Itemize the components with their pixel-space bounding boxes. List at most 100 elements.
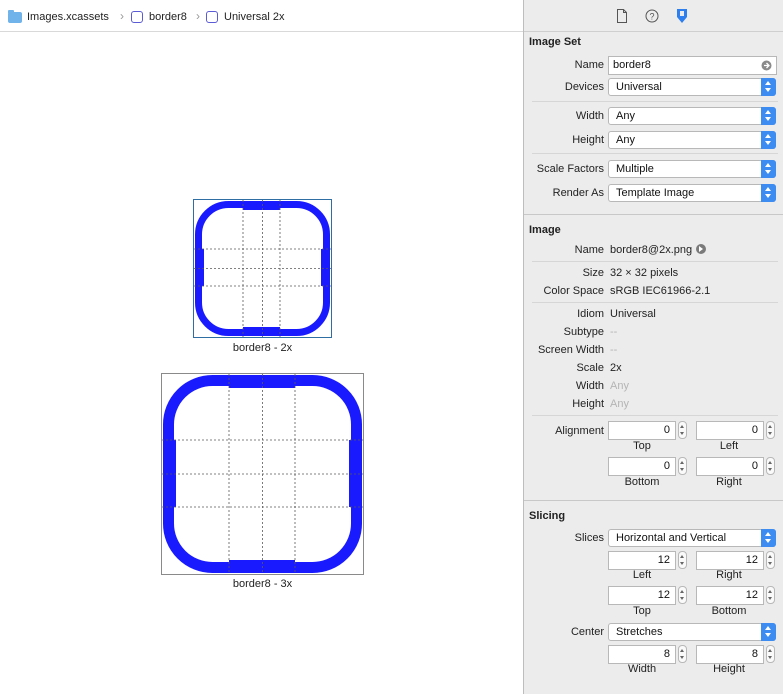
alignment-left-field[interactable]: 0: [696, 421, 764, 440]
render-as-popup[interactable]: Template Image: [608, 184, 776, 202]
alignment-bottom-stepper[interactable]: [678, 457, 687, 475]
center-width-stepper[interactable]: [678, 645, 687, 663]
border8-2x-image: [194, 200, 331, 337]
section-header-image: Image: [529, 224, 561, 236]
asset-canvas: border8 - 2x border8 - 3x: [0, 32, 523, 694]
slice-left-field[interactable]: 12: [608, 551, 676, 570]
center-width-field[interactable]: 8: [608, 645, 676, 664]
alignment-left-caption: Left: [719, 440, 739, 452]
tile-caption-2x: border8 - 2x: [232, 342, 293, 354]
border-right-bar: [349, 440, 362, 507]
slice-right-field[interactable]: 12: [696, 551, 764, 570]
image-width-label: Width: [575, 380, 604, 392]
border-top-bar: [229, 375, 295, 388]
screen-width-label: Screen Width: [537, 344, 604, 356]
image-set-icon: [206, 11, 218, 23]
attributes-inspector: ? Image Set Name border8 Devices Univers…: [524, 0, 783, 694]
divider: [532, 261, 778, 262]
slice-left-stepper[interactable]: [678, 551, 687, 569]
divider: [532, 302, 778, 303]
scale-value: 2x: [610, 362, 622, 374]
size-label: Size: [582, 267, 604, 279]
help-icon[interactable]: ?: [645, 9, 659, 23]
scale-factors-popup[interactable]: Multiple: [608, 160, 776, 178]
image-name-value: border8@2x.png: [610, 244, 707, 256]
alignment-bottom-caption: Bottom: [624, 476, 660, 488]
alignment-bottom-field[interactable]: 0: [608, 457, 676, 476]
border8-3x-image: [162, 374, 363, 574]
chevron-right-icon: ›: [120, 9, 124, 23]
folder-icon: [8, 9, 22, 23]
image-height-label: Height: [572, 398, 604, 410]
height-label: Height: [572, 134, 604, 146]
alignment-top-caption: Top: [633, 440, 651, 452]
breadcrumb-item-imageset[interactable]: border8: [131, 9, 187, 25]
file-icon[interactable]: [616, 9, 628, 23]
devices-label: Devices: [564, 81, 604, 93]
slice-top-caption: Top: [633, 605, 651, 617]
center-height-caption: Height: [713, 663, 745, 675]
name-field[interactable]: border8: [608, 56, 777, 75]
popup-arrows-icon: [761, 160, 776, 178]
image-well-3x[interactable]: [161, 373, 364, 575]
popup-arrows-icon: [761, 623, 776, 641]
go-arrow-icon[interactable]: [761, 60, 772, 71]
width-label: Width: [575, 110, 604, 122]
chevron-right-icon: ›: [196, 9, 200, 23]
section-divider: [524, 500, 783, 501]
image-well-2x[interactable]: [193, 199, 332, 338]
tile-caption-3x: border8 - 3x: [232, 578, 293, 590]
slices-popup[interactable]: Horizontal and Vertical: [608, 529, 776, 547]
border-left-bar: [163, 440, 176, 507]
size-value: 32 × 32 pixels: [610, 267, 679, 279]
popup-arrows-icon: [761, 78, 776, 96]
center-popup[interactable]: Stretches: [608, 623, 776, 641]
slice-bottom-field[interactable]: 12: [696, 586, 764, 605]
idiom-label: Idiom: [577, 308, 604, 320]
slice-bottom-stepper[interactable]: [766, 586, 775, 604]
color-space-label: Color Space: [543, 285, 604, 297]
popup-arrows-icon: [761, 529, 776, 547]
color-space-value: sRGB IEC61966-2.1: [610, 285, 711, 297]
border-left-bar: [195, 249, 204, 286]
divider: [532, 415, 778, 416]
alignment-label: Alignment: [555, 425, 604, 437]
slice-top-field[interactable]: 12: [608, 586, 676, 605]
alignment-top-field[interactable]: 0: [608, 421, 676, 440]
divider: [532, 101, 778, 102]
attributes-icon[interactable]: [674, 8, 690, 24]
alignment-right-field[interactable]: 0: [696, 457, 764, 476]
slice-top-stepper[interactable]: [678, 586, 687, 604]
popup-arrows-icon: [761, 107, 776, 125]
height-popup[interactable]: Any: [608, 131, 776, 149]
width-popup[interactable]: Any: [608, 107, 776, 125]
devices-popup[interactable]: Universal: [608, 78, 776, 96]
go-arrow-icon[interactable]: [696, 244, 707, 254]
alignment-right-caption: Right: [716, 476, 742, 488]
slices-label: Slices: [574, 532, 604, 544]
scale-factors-label: Scale Factors: [536, 163, 604, 175]
alignment-right-stepper[interactable]: [766, 457, 775, 475]
popup-arrows-icon: [761, 184, 776, 202]
popup-arrows-icon: [761, 131, 776, 149]
slice-left-caption: Left: [632, 569, 652, 581]
breadcrumb-item-xcassets[interactable]: Images.xcassets: [8, 9, 109, 25]
breadcrumb-label: Universal 2x: [224, 11, 285, 23]
alignment-top-stepper[interactable]: [678, 421, 687, 439]
breadcrumb-item-universal-2x[interactable]: Universal 2x: [206, 9, 285, 25]
image-name-label: Name: [574, 244, 604, 256]
alignment-left-stepper[interactable]: [766, 421, 775, 439]
border-top-bar: [243, 201, 280, 210]
inspector-toolbar: ?: [524, 0, 783, 32]
image-width-value: Any: [610, 380, 629, 392]
border-bottom-bar: [243, 327, 280, 336]
section-header-slicing: Slicing: [529, 510, 566, 522]
breadcrumb-label: Images.xcassets: [27, 11, 109, 23]
center-height-field[interactable]: 8: [696, 645, 764, 664]
center-height-stepper[interactable]: [766, 645, 775, 663]
slice-right-stepper[interactable]: [766, 551, 775, 569]
idiom-value: Universal: [610, 308, 656, 320]
subtype-label: Subtype: [563, 326, 604, 338]
border-right-bar: [321, 249, 330, 286]
breadcrumb: Images.xcassets › border8 › Universal 2x: [0, 0, 523, 32]
